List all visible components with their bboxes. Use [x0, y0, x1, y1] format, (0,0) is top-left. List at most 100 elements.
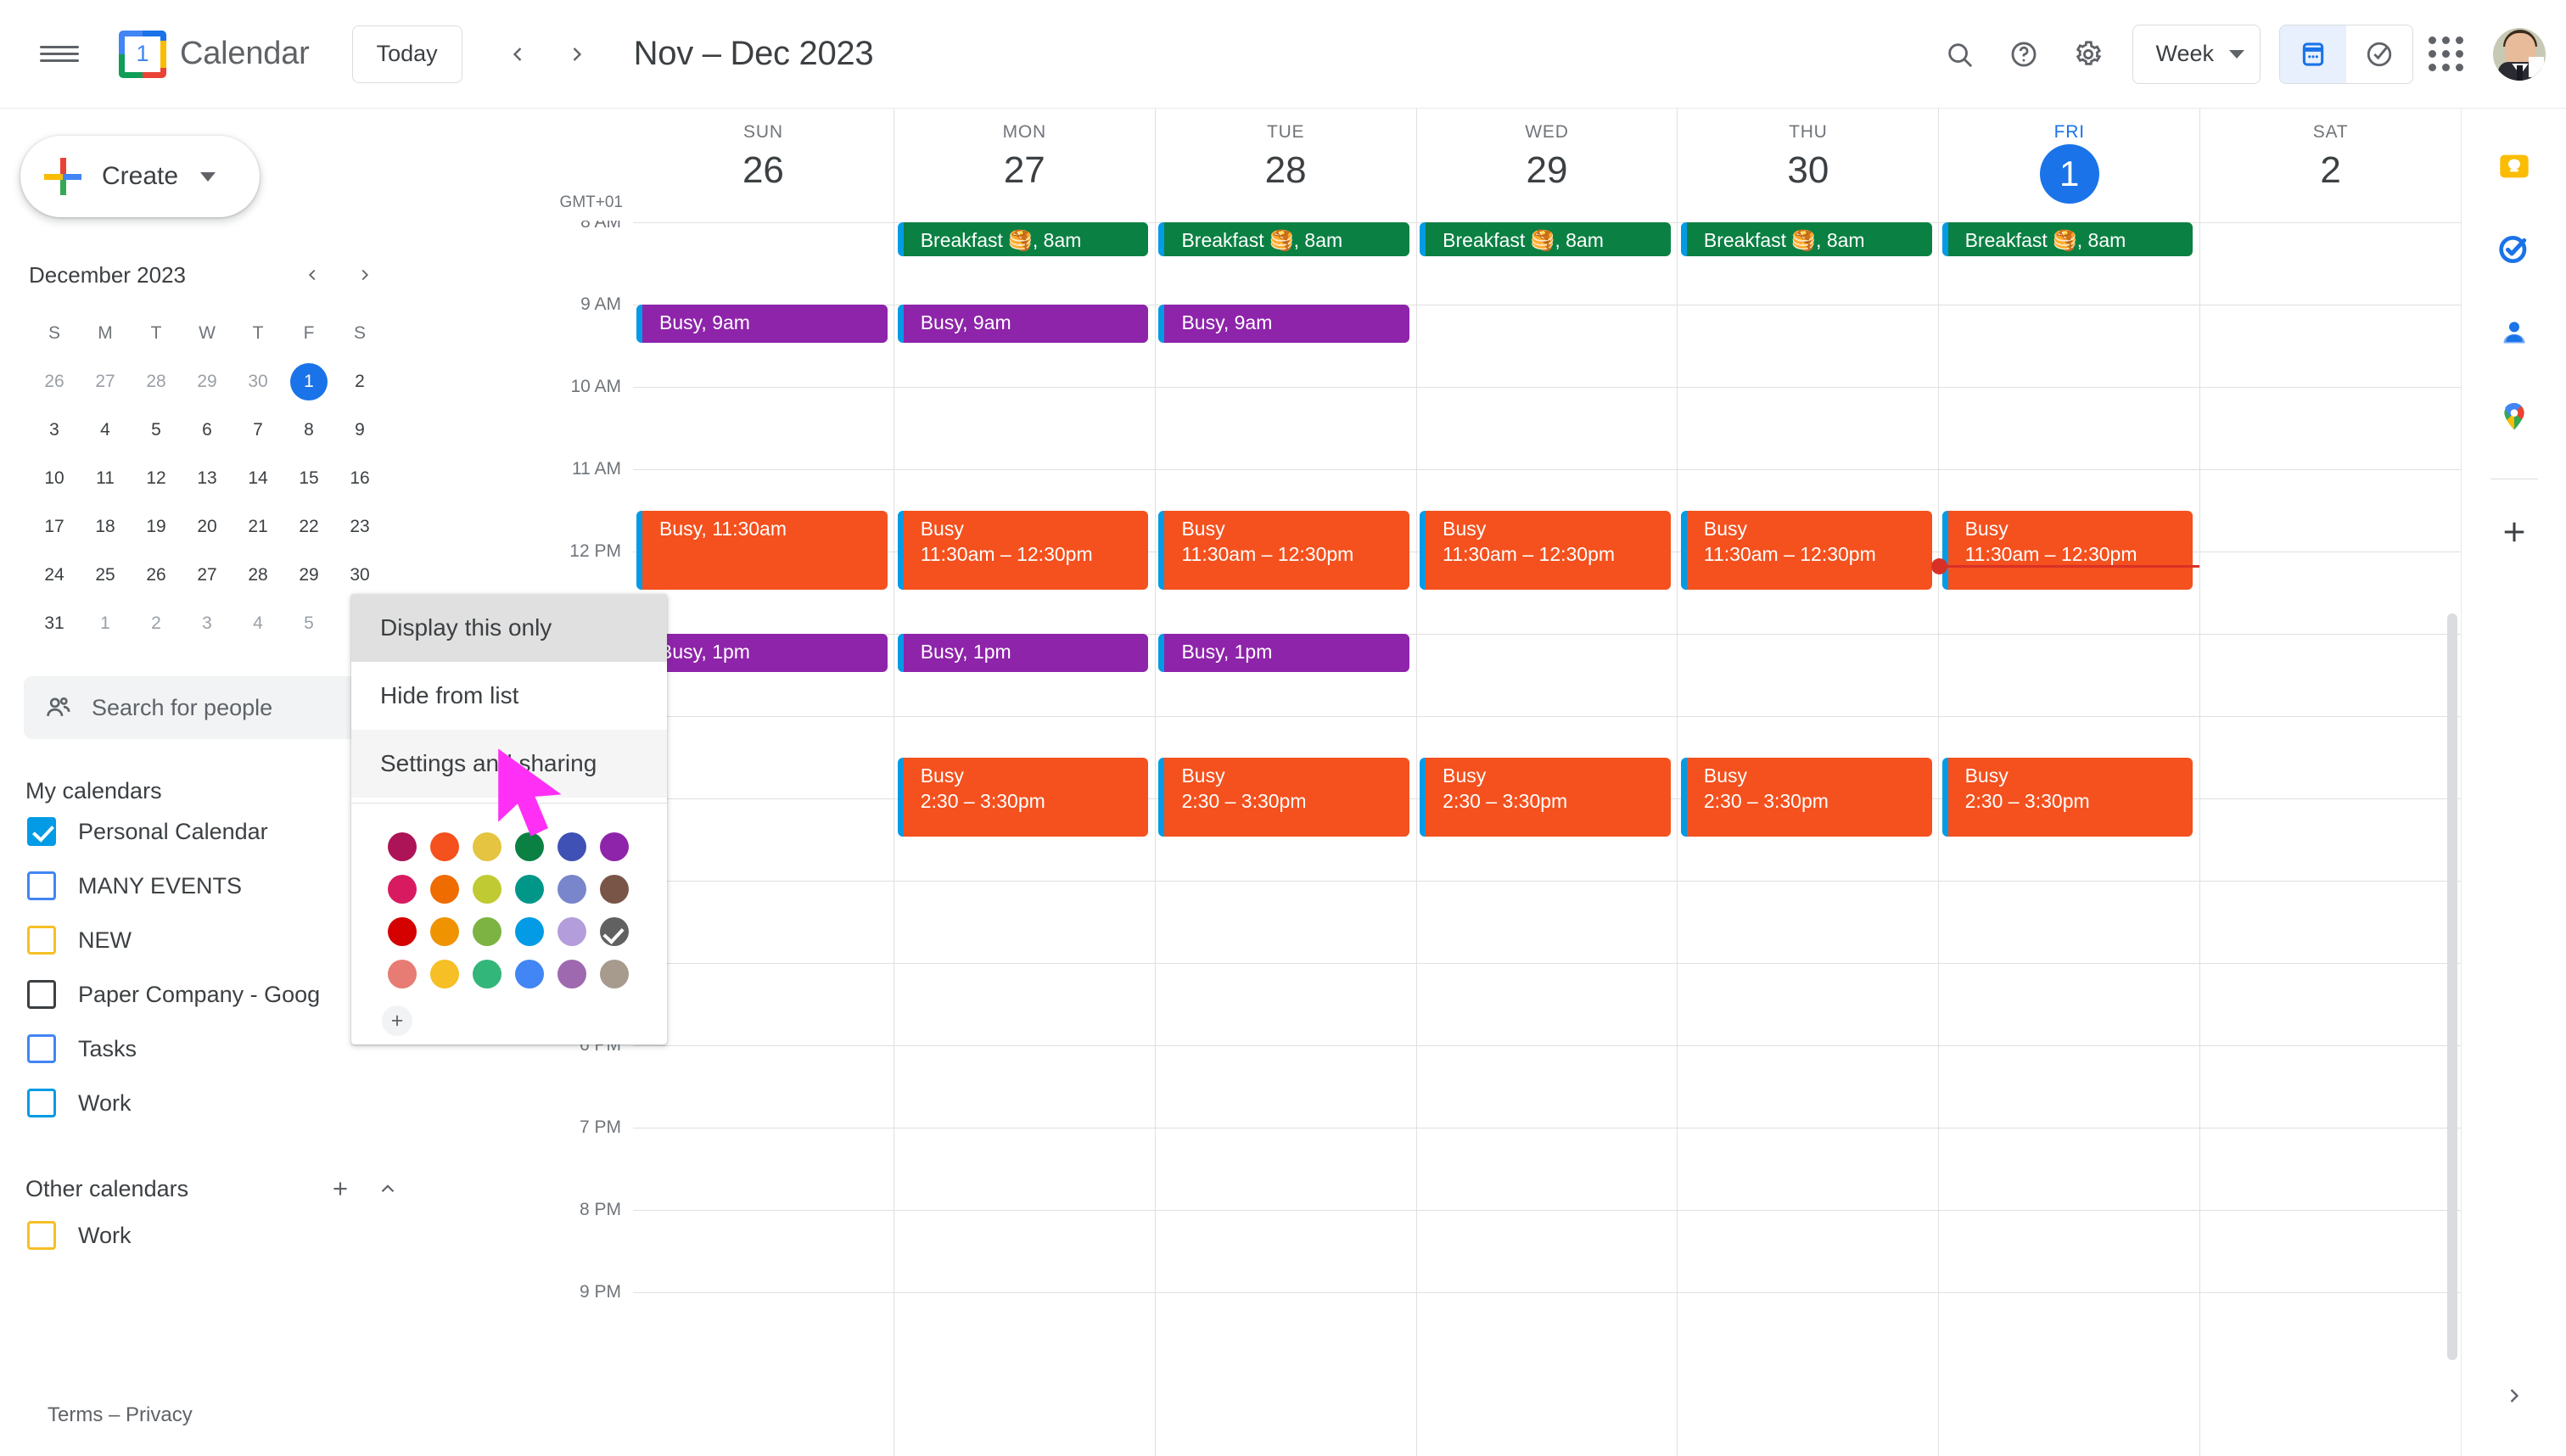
mini-calendar-day[interactable]: 27 [182, 551, 233, 599]
calendar-event[interactable]: Busy2:30 – 3:30pm [1158, 758, 1409, 837]
color-swatch[interactable] [509, 868, 550, 910]
mini-calendar-day[interactable]: 16 [334, 454, 385, 502]
day-column[interactable]: Breakfast 🥞, 8am Busy11:30am – 12:30pm Bus… [1678, 221, 1939, 1456]
color-swatch[interactable] [467, 910, 507, 953]
calendar-event[interactable]: Breakfast 🥞, 8am [1420, 222, 1671, 256]
calendar-event[interactable]: Busy2:30 – 3:30pm [1420, 758, 1671, 837]
calendar-checkbox[interactable] [27, 871, 56, 900]
add-panel-plus-icon[interactable] [2482, 500, 2546, 564]
calendar-checkbox[interactable] [27, 926, 56, 955]
mini-calendar-day[interactable]: 1 [80, 599, 131, 647]
add-custom-color-icon[interactable]: + [382, 1005, 412, 1036]
mini-calendar-day[interactable]: 7 [233, 406, 283, 454]
footer-links[interactable]: Terms – Privacy [48, 1403, 193, 1427]
calendar-checkbox[interactable] [27, 817, 56, 846]
google-tasks-icon[interactable] [2482, 217, 2546, 282]
day-header-number[interactable]: 28 [1265, 144, 1307, 197]
mini-calendar-day[interactable]: 19 [131, 502, 182, 551]
mini-calendar-day[interactable]: 30 [334, 551, 385, 599]
color-swatch[interactable] [594, 868, 635, 910]
calendar-logo-and-title[interactable]: 1 Calendar [119, 31, 310, 78]
calendar-event[interactable]: Busy, 11:30am [636, 511, 888, 590]
chevron-right-icon[interactable] [551, 28, 603, 81]
color-swatch[interactable] [424, 826, 465, 868]
calendar-event[interactable]: Busy, 1pm [1158, 634, 1409, 672]
mini-calendar-day[interactable]: 11 [80, 454, 131, 502]
day-header-number[interactable]: 26 [742, 144, 784, 197]
mini-calendar-day[interactable]: 5 [131, 406, 182, 454]
color-swatch[interactable] [382, 826, 423, 868]
calendar-event[interactable]: Busy, 1pm [636, 634, 888, 672]
color-swatch[interactable] [382, 953, 423, 995]
calendar-checkbox[interactable] [27, 1089, 56, 1117]
other-calendar-item[interactable]: Work [0, 1208, 399, 1263]
color-swatch[interactable] [552, 910, 592, 953]
color-swatch[interactable] [382, 868, 423, 910]
mini-calendar-day[interactable]: 26 [29, 357, 80, 406]
calendar-event[interactable]: Busy, 1pm [898, 634, 1149, 672]
day-header-number[interactable]: 29 [1527, 144, 1568, 197]
mini-calendar-day[interactable]: 29 [182, 357, 233, 406]
chevron-left-icon[interactable] [491, 28, 544, 81]
mini-calendar-day[interactable]: 31 [29, 599, 80, 647]
day-column[interactable]: Breakfast 🥞, 8amBusy11:30am – 12:30pmBus… [1939, 221, 2200, 1456]
view-select[interactable]: Week [2132, 25, 2261, 84]
mini-calendar-day[interactable]: 15 [283, 454, 334, 502]
color-swatch[interactable] [509, 826, 550, 868]
color-swatch[interactable] [594, 910, 635, 953]
mini-calendar-day[interactable]: 25 [80, 551, 131, 599]
calendar-event[interactable]: Busy11:30am – 12:30pm [1681, 511, 1932, 590]
collapse-other-calendars-icon[interactable] [368, 1169, 407, 1208]
color-swatch[interactable] [552, 826, 592, 868]
mini-calendar-day[interactable]: 28 [233, 551, 283, 599]
vertical-scrollbar[interactable] [2447, 613, 2457, 1360]
calendar-view-toggle[interactable] [2280, 25, 2346, 83]
color-swatch[interactable] [509, 953, 550, 995]
color-swatch[interactable] [467, 953, 507, 995]
mini-calendar-day[interactable]: 3 [182, 599, 233, 647]
mini-calendar-day[interactable]: 28 [131, 357, 182, 406]
gear-icon[interactable] [2056, 22, 2121, 87]
day-header-number[interactable]: 2 [2320, 144, 2340, 197]
calendar-event[interactable]: Busy11:30am – 12:30pm [1158, 511, 1409, 590]
mini-calendar-day[interactable]: 9 [334, 406, 385, 454]
day-header[interactable]: SUN26 [633, 109, 894, 221]
other-calendars-heading[interactable]: Other calendars [25, 1169, 407, 1208]
search-icon[interactable] [1927, 22, 1992, 87]
calendar-event[interactable]: Busy, 9am [898, 305, 1149, 343]
color-swatch[interactable] [467, 826, 507, 868]
help-icon[interactable] [1992, 22, 2056, 87]
google-keep-icon[interactable] [2482, 134, 2546, 199]
color-swatch[interactable] [382, 910, 423, 953]
user-avatar[interactable] [2493, 28, 2546, 81]
day-header[interactable]: THU30 [1677, 109, 1938, 221]
google-maps-icon[interactable] [2482, 384, 2546, 448]
mini-calendar-day[interactable]: 20 [182, 502, 233, 551]
color-swatch[interactable] [424, 953, 465, 995]
color-swatch[interactable] [552, 953, 592, 995]
calendar-event[interactable]: Breakfast 🥞, 8am [1942, 222, 2193, 256]
my-calendar-item[interactable]: Tasks [0, 1022, 399, 1076]
mini-calendar-day[interactable]: 26 [131, 551, 182, 599]
calendar-event[interactable]: Breakfast 🥞, 8am [898, 222, 1149, 256]
mini-calendar-day[interactable]: 29 [283, 551, 334, 599]
calendar-event[interactable]: Busy2:30 – 3:30pm [898, 758, 1149, 837]
hamburger-menu-icon[interactable] [19, 14, 100, 95]
calendar-event[interactable]: Busy11:30am – 12:30pm [1942, 511, 2193, 590]
mini-calendar-day[interactable]: 8 [283, 406, 334, 454]
mini-calendar-day[interactable]: 4 [233, 599, 283, 647]
day-header[interactable]: TUE28 [1155, 109, 1416, 221]
calendar-event[interactable]: Breakfast 🥞, 8am [1681, 222, 1932, 256]
calendar-checkbox[interactable] [27, 980, 56, 1009]
mini-calendar-day[interactable]: 24 [29, 551, 80, 599]
mini-calendar-day[interactable]: 5 [283, 599, 334, 647]
calendar-event[interactable]: Busy11:30am – 12:30pm [898, 511, 1149, 590]
my-calendar-item[interactable]: Work [0, 1076, 399, 1130]
day-column[interactable]: Breakfast 🥞, 8amBusy11:30am – 12:30pmBus… [1416, 221, 1678, 1456]
expand-panel-chevron-right-icon[interactable] [2486, 1368, 2542, 1424]
context-menu-item[interactable]: Hide from list [351, 662, 667, 730]
calendar-event[interactable]: Busy, 9am [636, 305, 888, 343]
tasks-view-toggle[interactable] [2346, 25, 2412, 83]
calendar-event[interactable]: Busy2:30 – 3:30pm [1681, 758, 1932, 837]
my-calendar-item[interactable]: MANY EVENTS [0, 859, 399, 913]
